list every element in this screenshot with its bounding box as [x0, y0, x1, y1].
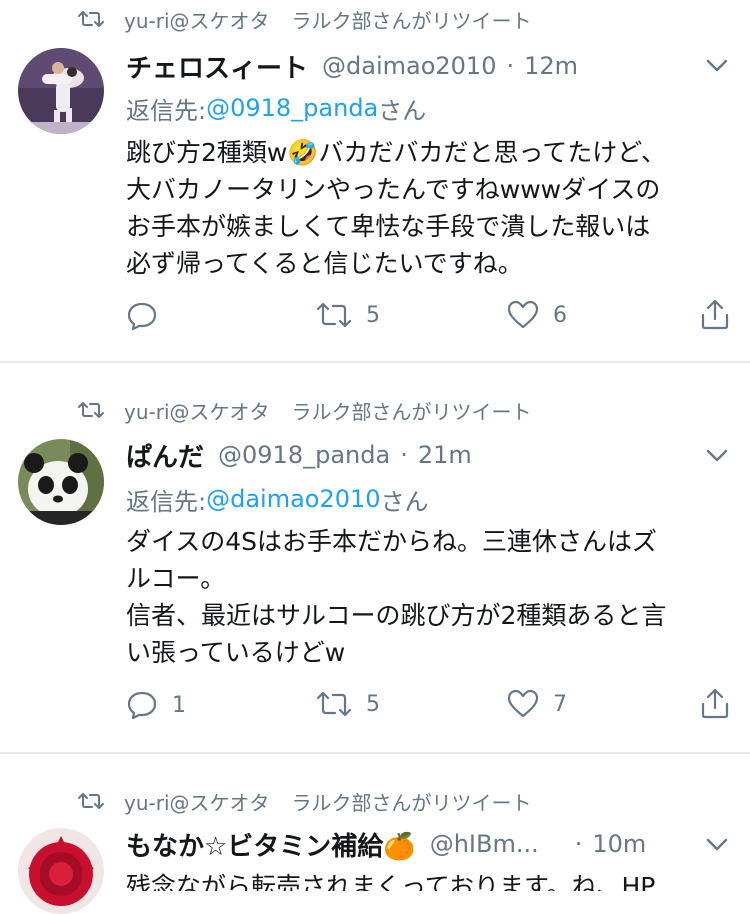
retweeter-name[interactable]: yu-ri@スケオタ: [124, 396, 270, 425]
tweet-text: 残念ながら転売されまくっております。ね、HP: [126, 868, 726, 891]
tweet[interactable]: yu-ri@スケオタ ラルク部さんがリツイート もなか☆ビタミン補給🍊 @hIB…: [0, 754, 750, 914]
reply-count: 1: [172, 692, 186, 718]
avatar[interactable]: [18, 439, 104, 525]
tweet-text-line: ダイスの4Sはお手本だからね。三連休さんはズ: [126, 527, 658, 556]
panda-photo-icon: [18, 439, 104, 525]
reply-icon: [127, 691, 157, 720]
retweet-icon: [316, 302, 352, 328]
user-handle[interactable]: @daimao2010: [322, 52, 496, 80]
retweet-icon: [316, 691, 352, 717]
separator-dot: ·: [506, 52, 515, 80]
retweet-label: ラルク部さんがリツイート: [291, 399, 532, 424]
display-name[interactable]: もなか☆ビタミン補給🍊: [126, 826, 416, 863]
tweet-text-line: 大バカノータリンやったんですねwwwダイスの: [126, 175, 661, 204]
separator-dot: ·: [400, 441, 408, 469]
retweet-label: ラルク部さんがリツイート: [291, 8, 532, 33]
heart-icon: [507, 689, 539, 718]
share-button[interactable]: [700, 687, 730, 719]
user-handle[interactable]: @0918_panda: [218, 441, 390, 469]
retweet-count: 5: [366, 302, 380, 328]
chevron-down-icon[interactable]: [706, 449, 728, 463]
retweet-icon: [78, 11, 104, 27]
tweet-text-line: 必ず帰ってくると信じたいですね。: [126, 249, 523, 278]
timestamp[interactable]: 21m: [418, 441, 472, 469]
chevron-down-icon[interactable]: [706, 59, 728, 73]
red-flower-photo-icon: [18, 828, 104, 914]
share-icon: [701, 299, 729, 330]
retweet-button[interactable]: 5: [316, 689, 380, 719]
skater-pair-photo-icon: [18, 48, 104, 134]
reply-icon: [127, 302, 157, 331]
like-count: 6: [553, 302, 567, 328]
tweet-text-line: い張っているけどw: [126, 638, 346, 667]
tweet-header: ぱんだ @0918_panda · 21m: [126, 435, 472, 475]
retweeter-name[interactable]: yu-ri@スケオタ: [124, 5, 270, 34]
reply-context: 返信先: @0918_panda さん: [126, 90, 426, 126]
reply-prefix: 返信先:: [126, 487, 207, 516]
display-name[interactable]: チェロスィート: [126, 48, 308, 85]
user-handle[interactable]: @hIBm...: [430, 830, 539, 858]
retweet-label: ラルク部さんがリツイート: [291, 790, 532, 815]
tweet-text-line: ルコー。: [126, 564, 226, 593]
reply-mention-link[interactable]: @daimao2010: [206, 485, 380, 513]
heart-icon: [507, 300, 539, 329]
reply-mention-link[interactable]: @0918_panda: [206, 94, 378, 122]
retweet-button[interactable]: 5: [316, 300, 380, 330]
retweet-context: yu-ri@スケオタ ラルク部さんがリツイート: [78, 786, 532, 816]
reply-context: 返信先: @daimao2010 さん: [126, 481, 429, 517]
tweet-text-line: お手本が嫉ましくて卑怯な手段で潰した報いは: [126, 212, 651, 241]
tweet-text-line: 跳び方2種類w🤣バカだバカだと思ってたけど、: [126, 138, 666, 167]
tweet-actions: 5 6: [0, 296, 750, 336]
tweet-text-line: 信者、最近はサルコーの跳び方が2種類あると言: [126, 601, 667, 630]
retweet-context: yu-ri@スケオタ ラルク部さんがリツイート: [78, 4, 532, 34]
retweet-icon: [78, 402, 104, 418]
tweet-actions: 1 5 7: [0, 687, 750, 727]
chevron-down-icon[interactable]: [706, 838, 728, 852]
avatar[interactable]: [18, 828, 104, 914]
reply-suffix: さん: [378, 96, 427, 125]
retweet-context: yu-ri@スケオタ ラルク部さんがリツイート: [78, 395, 532, 425]
share-button[interactable]: [700, 298, 730, 330]
tweet-text: ダイスの4Sはお手本だからね。三連休さんはズ ルコー。 信者、最近はサルコーの跳…: [126, 523, 726, 671]
retweeter-name[interactable]: yu-ri@スケオタ: [124, 787, 270, 816]
timestamp[interactable]: 12m: [524, 52, 578, 80]
avatar[interactable]: [18, 48, 104, 134]
timestamp[interactable]: 10m: [592, 830, 646, 858]
like-count: 7: [553, 691, 567, 717]
reply-prefix: 返信先:: [126, 96, 207, 125]
tweet-text-line: 残念ながら転売されまくっております。ね、HP: [126, 872, 656, 891]
retweet-icon: [78, 793, 104, 809]
tweet[interactable]: yu-ri@スケオタ ラルク部さんがリツイート チェロスィート @daimao2…: [0, 0, 750, 362]
tweet-header: もなか☆ビタミン補給🍊 @hIBm... · 10m: [126, 824, 646, 864]
tweet-header: チェロスィート @daimao2010 · 12m: [126, 46, 578, 86]
retweet-count: 5: [366, 691, 380, 717]
reply-suffix: さん: [380, 487, 429, 516]
like-button[interactable]: 6: [507, 300, 567, 330]
reply-button[interactable]: [126, 300, 172, 332]
tweet-text: 跳び方2種類w🤣バカだバカだと思ってたけど、 大バカノータリンやったんですねww…: [126, 134, 726, 282]
tweet[interactable]: yu-ri@スケオタ ラルク部さんがリツイート ぱんだ @0918_panda …: [0, 363, 750, 753]
like-button[interactable]: 7: [507, 689, 567, 719]
share-icon: [701, 688, 729, 719]
reply-button[interactable]: 1: [126, 689, 186, 721]
display-name[interactable]: ぱんだ: [126, 437, 204, 474]
separator-dot: ·: [574, 830, 583, 858]
